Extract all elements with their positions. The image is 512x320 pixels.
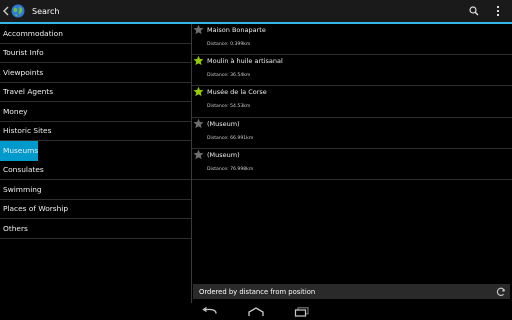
star-icon[interactable]: [193, 24, 204, 35]
result-distance: Distance: 76.998km: [207, 166, 254, 172]
list-item[interactable]: Moulin à huile artisanal Distance: 36.54…: [192, 55, 512, 87]
sidebar-item-travel-agents[interactable]: Travel Agents: [0, 83, 191, 102]
list-item[interactable]: (Museum) Distance: 66.991km: [192, 118, 512, 149]
sidebar-item-consulates[interactable]: Consulates: [0, 161, 191, 180]
result-name: Maison Bonaparte: [207, 26, 266, 34]
back-icon[interactable]: [198, 305, 222, 319]
search-icon[interactable]: [464, 1, 484, 21]
page-title: Search: [32, 6, 60, 16]
sidebar-item-others[interactable]: Others: [0, 219, 191, 239]
star-icon[interactable]: [193, 149, 204, 160]
overflow-menu-icon[interactable]: [488, 1, 508, 21]
result-distance: Distance: 54.53km: [207, 104, 251, 110]
chevron-left-icon[interactable]: [2, 6, 10, 16]
star-icon[interactable]: [193, 55, 204, 66]
result-distance: Distance: 36.54km: [207, 73, 251, 79]
list-item[interactable]: Musée de la Corse Distance: 54.53km: [192, 86, 512, 118]
sidebar-item-tourist-info[interactable]: Tourist Info: [0, 44, 191, 63]
sort-status-text: Ordered by distance from position: [199, 287, 316, 296]
result-distance: Distance: 0.399km: [207, 42, 251, 47]
results-list: Maison Bonaparte Distance: 0.399km Mouli…: [192, 24, 512, 279]
result-name: (Museum): [207, 119, 240, 128]
sidebar-item-places-of-worship[interactable]: Places of Worship: [0, 200, 191, 219]
sidebar-item-historic-sites[interactable]: Historic Sites: [0, 122, 191, 141]
sidebar-item-swimming[interactable]: Swimming: [0, 180, 191, 200]
action-bar: Search: [0, 0, 512, 24]
star-icon[interactable]: [193, 86, 204, 97]
refresh-icon[interactable]: [494, 285, 508, 299]
list-item[interactable]: Maison Bonaparte Distance: 0.399km: [192, 24, 512, 56]
sidebar-item-money[interactable]: Money: [0, 102, 191, 122]
sidebar-item-museums[interactable]: Museums: [0, 141, 38, 161]
sidebar-item-viewpoints[interactable]: Viewpoints: [0, 63, 191, 83]
result-distance: Distance: 66.991km: [207, 135, 254, 141]
category-list: Accommodation Tourist Info Viewpoints Tr…: [0, 24, 192, 304]
result-name: Musée de la Corse: [207, 88, 267, 97]
list-item[interactable]: (Museum) Distance: 76.998km: [192, 149, 512, 180]
result-name: Moulin à huile artisanal: [207, 57, 283, 66]
home-icon[interactable]: [244, 305, 268, 319]
result-name: (Museum): [207, 150, 240, 159]
sort-status-bar: Ordered by distance from position: [193, 284, 510, 299]
globe-icon[interactable]: [11, 4, 25, 18]
recent-apps-icon[interactable]: [290, 305, 314, 319]
star-icon[interactable]: [193, 118, 204, 129]
system-nav-bar: [0, 303, 512, 320]
sidebar-item-accommodation[interactable]: Accommodation: [0, 24, 191, 44]
